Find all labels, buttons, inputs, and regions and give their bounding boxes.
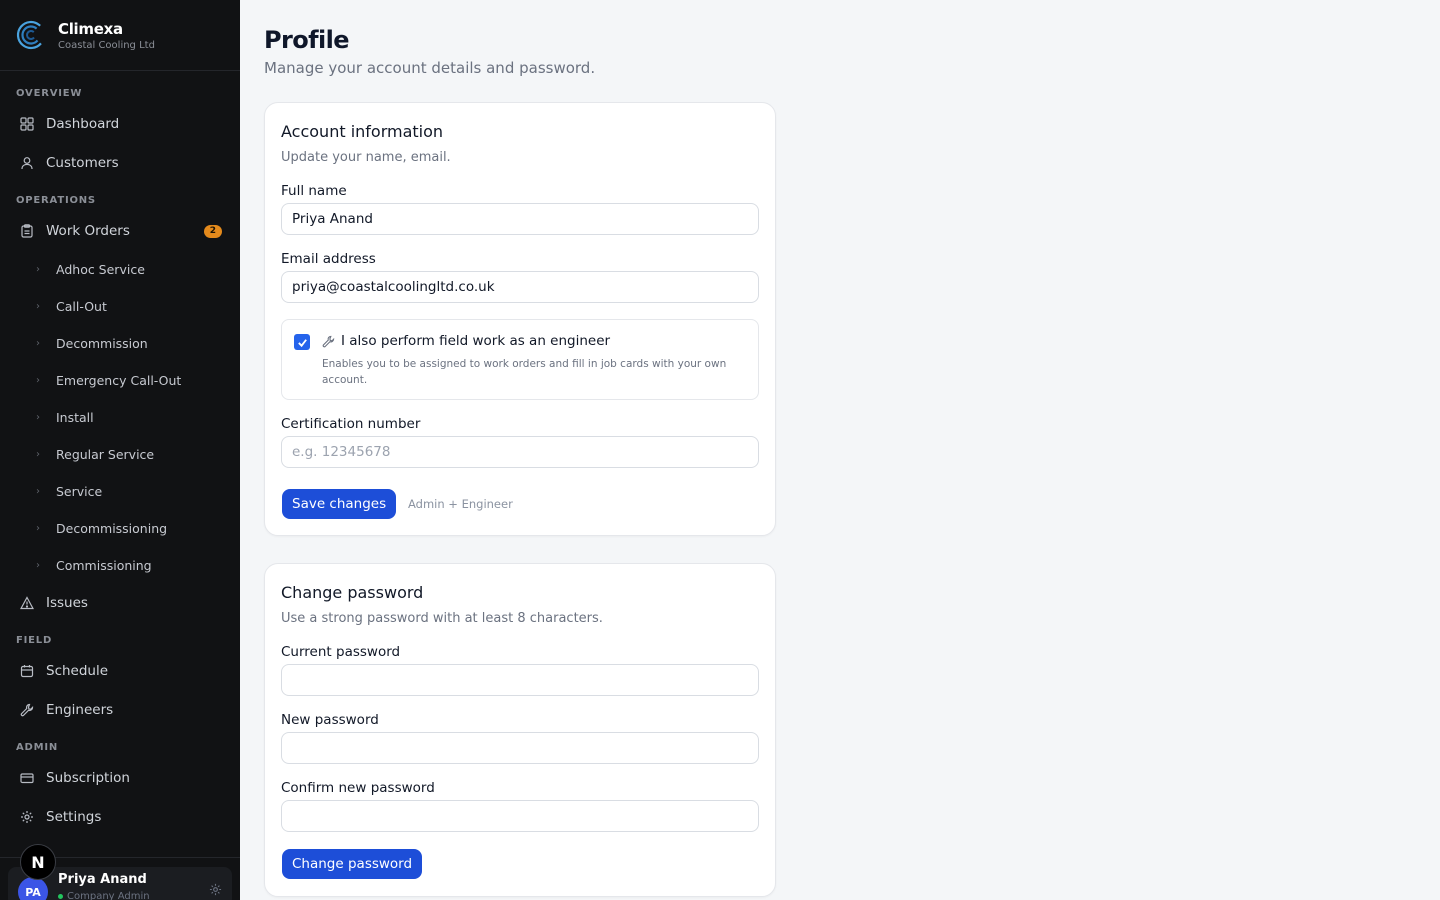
chevron-right-icon: › xyxy=(36,300,40,312)
clipboard-icon xyxy=(21,224,33,238)
sidebar-subitem-label: Emergency Call-Out xyxy=(56,372,182,388)
card-title: Account information xyxy=(281,122,444,141)
change-password-card: Change password Use a strong password wi… xyxy=(264,563,776,897)
sidebar-item-dashboard[interactable]: Dashboard xyxy=(8,107,232,141)
user-role: Company Admin xyxy=(58,891,150,900)
calendar-icon xyxy=(20,665,34,678)
chevron-right-icon: › xyxy=(36,559,40,571)
sidebar-subitem-label: Commissioning xyxy=(56,557,152,573)
sidebar-subitem-label: Install xyxy=(56,409,94,425)
chevron-right-icon: › xyxy=(36,485,40,497)
sidebar-item-label: Schedule xyxy=(46,663,109,679)
dashboard-icon xyxy=(20,117,34,131)
credit-card-icon xyxy=(20,773,34,784)
sidebar-item-settings[interactable]: Settings xyxy=(8,800,232,834)
page-subtitle: Manage your account details and password… xyxy=(264,59,596,77)
sidebar-subitem-work-order-type[interactable]: › Decommission xyxy=(36,328,232,358)
sidebar-item-schedule[interactable]: Schedule xyxy=(8,654,232,688)
chevron-right-icon: › xyxy=(36,522,40,534)
email-label: Email address xyxy=(281,251,376,267)
sidebar-subitem-label: Decommissioning xyxy=(56,520,168,536)
confirm-password-input[interactable] xyxy=(281,800,759,832)
confirm-password-label: Confirm new password xyxy=(281,780,435,796)
sidebar-item-label: Issues xyxy=(46,595,88,611)
section-label-overview: OVERVIEW xyxy=(16,88,83,99)
sidebar-subitem-label: Service xyxy=(56,483,103,499)
gear-icon xyxy=(21,811,33,823)
warning-triangle-icon xyxy=(20,596,34,610)
sidebar-item-customers[interactable]: Customers xyxy=(8,146,232,180)
sidebar-item-issues[interactable]: Issues xyxy=(8,586,232,620)
chevron-right-icon: › xyxy=(36,411,40,423)
wrench-icon xyxy=(322,335,335,348)
engineer-option-box: I also perform field work as an engineer… xyxy=(281,319,759,400)
sidebar-item-subscription[interactable]: Subscription xyxy=(8,761,232,795)
card-title: Change password xyxy=(281,583,424,602)
checkmark-icon xyxy=(297,338,307,347)
current-password-label: Current password xyxy=(281,644,401,660)
email-input[interactable] xyxy=(281,271,759,303)
engineer-checkbox-description: Enables you to be assigned to work order… xyxy=(322,358,727,386)
sidebar-item-label: Work Orders xyxy=(46,223,130,239)
sidebar-item-engineers[interactable]: Engineers xyxy=(8,693,232,727)
climexa-logo-icon xyxy=(16,20,46,50)
card-subtitle: Use a strong password with at least 8 ch… xyxy=(281,611,603,626)
sidebar-subitem-label: Decommission xyxy=(56,335,148,351)
certification-label: Certification number xyxy=(281,416,421,432)
save-changes-button[interactable]: Save changes xyxy=(282,489,397,519)
sidebar-item-label: Dashboard xyxy=(46,116,120,132)
current-password-input[interactable] xyxy=(281,664,759,696)
sidebar-subitem-label: Regular Service xyxy=(56,446,155,462)
sidebar: Climexa Coastal Cooling Ltd OVERVIEW Das… xyxy=(0,0,240,900)
new-password-input[interactable] xyxy=(281,732,759,764)
sidebar-subitem-label: Call-Out xyxy=(56,298,107,314)
change-password-button[interactable]: Change password xyxy=(282,849,423,879)
brand-header[interactable]: Climexa Coastal Cooling Ltd xyxy=(0,0,240,71)
dev-tools-badge[interactable]: N xyxy=(20,844,56,880)
section-label-admin: ADMIN xyxy=(16,742,59,753)
brand-name: Climexa xyxy=(58,19,123,38)
role-note: Admin + Engineer xyxy=(408,497,513,511)
sidebar-subitem-work-order-type[interactable]: › Adhoc Service xyxy=(36,254,232,284)
sidebar-subitem-label: Adhoc Service xyxy=(56,261,145,277)
account-information-card: Account information Update your name, em… xyxy=(264,102,776,536)
sidebar-subitem-work-order-type[interactable]: › Emergency Call-Out xyxy=(36,365,232,395)
chevron-right-icon: › xyxy=(36,337,40,349)
sidebar-subitem-work-order-type[interactable]: › Install xyxy=(36,402,232,432)
wrench-icon xyxy=(20,703,34,717)
full-name-input[interactable] xyxy=(281,203,759,235)
sidebar-item-label: Subscription xyxy=(46,770,130,786)
gear-icon[interactable] xyxy=(209,883,222,896)
certification-number-input[interactable] xyxy=(281,436,759,468)
user-name: Priya Anand xyxy=(58,872,147,887)
full-name-label: Full name xyxy=(281,183,347,199)
sidebar-subitem-work-order-type[interactable]: › Commissioning xyxy=(36,550,232,580)
brand-company: Coastal Cooling Ltd xyxy=(58,39,155,51)
chevron-right-icon: › xyxy=(36,448,40,460)
sidebar-subitem-work-order-type[interactable]: › Decommissioning xyxy=(36,513,232,543)
sidebar-item-label: Customers xyxy=(46,155,119,171)
chevron-right-icon: › xyxy=(36,374,40,386)
work-orders-count-badge: 2 xyxy=(203,225,222,238)
sidebar-item-work-orders[interactable]: Work Orders 2 xyxy=(8,214,232,248)
sidebar-subitem-work-order-type[interactable]: › Service xyxy=(36,476,232,506)
chevron-right-icon: › xyxy=(36,263,40,275)
avatar: PA xyxy=(18,877,48,900)
section-label-operations: OPERATIONS xyxy=(16,195,96,206)
sidebar-subitem-work-order-type[interactable]: › Call-Out xyxy=(36,291,232,321)
engineer-checkbox-label[interactable]: I also perform field work as an engineer xyxy=(341,333,610,349)
sidebar-item-label: Engineers xyxy=(46,702,114,718)
page-title: Profile xyxy=(264,26,349,54)
user-icon xyxy=(21,157,33,170)
section-label-field: FIELD xyxy=(16,635,53,646)
sidebar-item-label: Settings xyxy=(46,809,102,825)
card-subtitle: Update your name, email. xyxy=(281,150,451,165)
engineer-checkbox[interactable] xyxy=(294,334,310,350)
new-password-label: New password xyxy=(281,712,379,728)
sidebar-subitem-work-order-type[interactable]: › Regular Service xyxy=(36,439,232,469)
